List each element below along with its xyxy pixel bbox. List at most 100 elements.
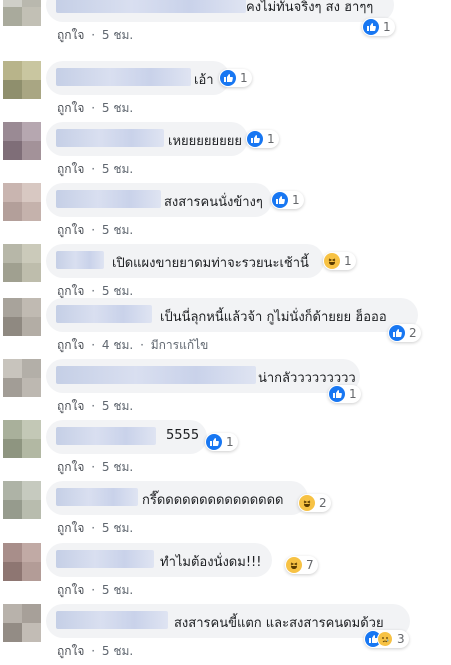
avatar[interactable] (3, 183, 41, 221)
reaction-count: 1 (267, 132, 275, 146)
comment-item: สงสารคนนั่งข้างๆ 1 ถูกใจ · 5 ชม. (0, 183, 451, 244)
comment-time[interactable]: 4 ชม. (102, 338, 133, 352)
comment-item: เปิดแผงขายยาดมท่าจะรวยนะเช้านี้ 1 ถูกใจ … (0, 244, 451, 305)
comment-bubble: กรี๊ดดดดดดดดดดดดดดด (46, 481, 308, 515)
comment-text: คงไม่ทันจริงๆ สง ฮาๆๆ (246, 0, 374, 15)
comment-time[interactable]: 5 ชม. (102, 399, 133, 413)
commenter-name[interactable] (56, 305, 152, 323)
like-link[interactable]: ถูกใจ (57, 460, 84, 474)
haha-reaction-icon (324, 253, 340, 269)
comment-meta: ถูกใจ · 5 ชม. (57, 26, 133, 45)
sad-reaction-icon (377, 631, 393, 647)
like-link[interactable]: ถูกใจ (57, 399, 84, 413)
comment-meta: ถูกใจ · 5 ชม. (57, 397, 133, 416)
reaction-summary[interactable]: 3 (364, 630, 409, 648)
avatar[interactable] (3, 61, 41, 99)
separator-dot: · (91, 399, 96, 413)
haha-reaction-icon (299, 495, 315, 511)
reaction-count: 3 (397, 632, 405, 646)
like-link[interactable]: ถูกใจ (57, 583, 84, 597)
comment-meta: ถูกใจ · 5 ชม. (57, 221, 133, 240)
edited-link[interactable]: มีการแก้ไข (151, 338, 209, 352)
like-link[interactable]: ถูกใจ (57, 644, 84, 658)
commenter-name[interactable] (56, 190, 161, 208)
like-link[interactable]: ถูกใจ (57, 223, 84, 237)
comment-text: เอ้า (194, 73, 214, 88)
reaction-count: 1 (383, 20, 391, 34)
reaction-summary[interactable]: 1 (219, 69, 252, 87)
comment-time[interactable]: 5 ชม. (102, 460, 133, 474)
reaction-summary[interactable]: 7 (285, 556, 318, 574)
like-reaction-icon (247, 131, 263, 147)
comment-text: เหยยยยยยยย (168, 134, 242, 149)
comment-bubble: 5555 (46, 420, 207, 454)
comment-text: สงสารคนนั่งข้างๆ (164, 195, 263, 210)
like-link[interactable]: ถูกใจ (57, 101, 84, 115)
comment-time[interactable]: 5 ชม. (102, 284, 133, 298)
commenter-name[interactable] (56, 427, 156, 445)
separator-dot: · (91, 223, 96, 237)
reaction-summary[interactable]: 1 (205, 433, 238, 451)
reaction-summary[interactable]: 1 (328, 385, 361, 403)
avatar[interactable] (3, 481, 41, 519)
avatar[interactable] (3, 604, 41, 642)
like-link[interactable]: ถูกใจ (57, 28, 84, 42)
reaction-summary[interactable]: 1 (246, 130, 279, 148)
comment-item: ทำไมต้องนั่งดม!!! 7 ถูกใจ · 5 ชม. (0, 543, 451, 604)
comment-bubble: เป็นนี่ลุกหนี้แล้วจ้า กูไม่นั่งก็ด้ายยย … (46, 298, 418, 332)
reaction-count: 1 (240, 71, 248, 85)
comment-text: สงสารคนขี้แตก และสงสารคนดมด้วย (174, 616, 384, 631)
avatar[interactable] (3, 420, 41, 458)
avatar[interactable] (3, 0, 41, 26)
reaction-count: 1 (349, 387, 357, 401)
avatar[interactable] (3, 244, 41, 282)
separator-dot: · (91, 644, 96, 658)
comment-time[interactable]: 5 ชม. (102, 644, 133, 658)
like-link[interactable]: ถูกใจ (57, 162, 84, 176)
reaction-summary[interactable]: 2 (298, 494, 331, 512)
commenter-name[interactable] (56, 550, 154, 568)
comment-meta: ถูกใจ · 5 ชม. (57, 99, 133, 118)
comment-time[interactable]: 5 ชม. (102, 583, 133, 597)
like-link[interactable]: ถูกใจ (57, 284, 84, 298)
reaction-summary[interactable]: 2 (388, 324, 421, 342)
avatar[interactable] (3, 122, 41, 160)
comment-time[interactable]: 5 ชม. (102, 162, 133, 176)
separator-dot: · (91, 521, 96, 535)
comment-item: กรี๊ดดดดดดดดดดดดดดด 2 ถูกใจ · 5 ชม. (0, 481, 451, 542)
comment-bubble: เอ้า (46, 61, 230, 95)
like-link[interactable]: ถูกใจ (57, 521, 84, 535)
commenter-name[interactable] (56, 0, 246, 13)
comment-bubble: คงไม่ทันจริงๆ สง ฮาๆๆ (46, 0, 394, 22)
comment-time[interactable]: 5 ชม. (102, 521, 133, 535)
comment-text: เปิดแผงขายยาดมท่าจะรวยนะเช้านี้ (112, 256, 309, 271)
commenter-name[interactable] (56, 68, 191, 86)
comment-bubble: เหยยยยยยยย (46, 122, 248, 156)
comment-item: น่ากลัววววววววว 1 ถูกใจ · 5 ชม. (0, 359, 451, 420)
commenter-name[interactable] (56, 611, 168, 629)
comment-time[interactable]: 5 ชม. (102, 101, 133, 115)
separator-dot: · (91, 162, 96, 176)
separator-dot: · (91, 101, 96, 115)
like-link[interactable]: ถูกใจ (57, 338, 84, 352)
reaction-summary[interactable]: 1 (362, 18, 395, 36)
reaction-summary[interactable]: 1 (323, 252, 356, 270)
commenter-name[interactable] (56, 251, 104, 269)
avatar[interactable] (3, 359, 41, 397)
comment-time[interactable]: 5 ชม. (102, 28, 133, 42)
separator-dot: · (140, 338, 144, 352)
reaction-count: 1 (226, 435, 234, 449)
comment-bubble: ทำไมต้องนั่งดม!!! (46, 543, 272, 577)
reaction-count: 7 (306, 558, 314, 572)
comment-item: 5555 1 ถูกใจ · 5 ชม. (0, 420, 451, 481)
commenter-name[interactable] (56, 129, 164, 147)
commenter-name[interactable] (56, 366, 256, 384)
separator-dot: · (91, 28, 96, 42)
avatar[interactable] (3, 543, 41, 581)
like-reaction-icon (329, 386, 345, 402)
comment-item: เป็นนี่ลุกหนี้แล้วจ้า กูไม่นั่งก็ด้ายยย … (0, 298, 451, 359)
commenter-name[interactable] (56, 488, 138, 506)
reaction-summary[interactable]: 1 (271, 191, 304, 209)
comment-time[interactable]: 5 ชม. (102, 223, 133, 237)
avatar[interactable] (3, 298, 41, 336)
